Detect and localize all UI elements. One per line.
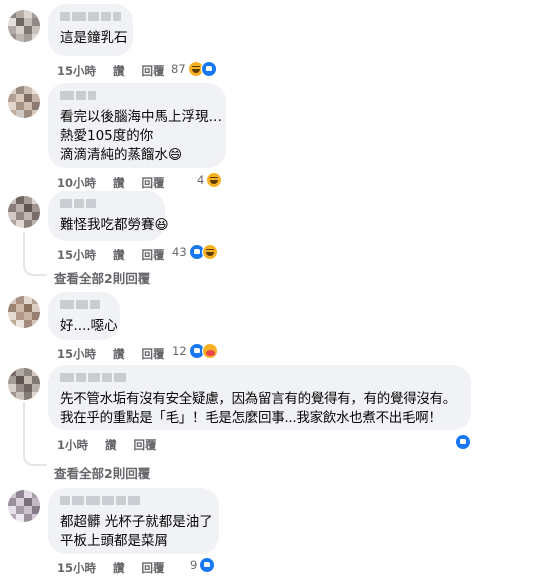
timestamp[interactable]: 15小時 (57, 247, 96, 263)
comment-text: 難怪我吃都勞賽😆 (60, 217, 169, 233)
avatar[interactable] (8, 196, 40, 228)
author-name[interactable] (60, 496, 207, 507)
like-button[interactable]: 讚 (113, 560, 125, 576)
comment-meta: 15小時 讚 回覆 (57, 247, 182, 263)
reaction-count: 9 (190, 558, 198, 572)
timestamp[interactable]: 15小時 (57, 346, 96, 362)
comment-text: 我在乎的重點是「毛」！毛是怎麼回事...我家飲水也煮不出毛啊！ (60, 410, 442, 426)
reply-button[interactable]: 回覆 (142, 63, 165, 79)
reaction-summary[interactable]: 4 (197, 172, 223, 188)
comment-text: 好....噁心 (60, 318, 118, 334)
comment-text: 熱愛105度的你 (60, 128, 154, 144)
comment-text: 看完以後腦海中馬上浮現… (60, 109, 222, 125)
view-replies-link[interactable]: 查看全部2則回覆 (54, 463, 150, 482)
comment-text: 平板上頭都是菜屑 (60, 533, 168, 549)
author-name[interactable] (60, 91, 214, 102)
reply-button[interactable]: 回覆 (134, 437, 157, 453)
comment-text: 這是鐘乳石 (60, 30, 128, 46)
avatar[interactable] (8, 86, 40, 118)
reply-button[interactable]: 回覆 (142, 346, 165, 362)
reaction-count: 12 (172, 344, 187, 358)
like-icon (199, 557, 216, 573)
comment-bubble: 這是鐘乳石 (48, 4, 133, 56)
comment-meta: 15小時 讚 回覆 (57, 63, 182, 79)
reaction-summary[interactable]: 87 (171, 61, 217, 77)
avatar[interactable] (8, 10, 40, 42)
reply-button[interactable]: 回覆 (142, 175, 165, 191)
timestamp[interactable]: 10小時 (57, 175, 96, 191)
thread-line (23, 232, 25, 262)
reaction-summary[interactable]: 12 (172, 343, 218, 359)
like-button[interactable]: 讚 (113, 247, 125, 263)
comment-bubble: 先不管水垢有沒有安全疑慮，因為留言有的覺得有，有的覺得沒有。 我在乎的重點是「毛… (48, 365, 471, 430)
comment-text: 先不管水垢有沒有安全疑慮，因為留言有的覺得有，有的覺得沒有。 (60, 391, 456, 407)
comment-bubble: 難怪我吃都勞賽😆 (48, 191, 169, 241)
comment-bubble: 都超髒 光杯子就都是油了 平板上頭都是菜屑 (48, 488, 219, 554)
like-button[interactable]: 讚 (105, 437, 117, 453)
view-replies-link[interactable]: 查看全部2則回覆 (54, 268, 150, 287)
like-button[interactable]: 讚 (113, 346, 125, 362)
author-name[interactable] (60, 199, 153, 210)
comment-meta: 15小時 讚 回覆 (57, 346, 182, 362)
comment-meta: 1小時 讚 回覆 (57, 437, 174, 453)
author-name[interactable] (60, 300, 108, 311)
thread-connector (23, 452, 47, 466)
reaction-summary[interactable]: 43 (172, 244, 218, 260)
avatar[interactable] (8, 296, 40, 328)
like-icon (200, 61, 217, 77)
haha-icon (206, 172, 223, 188)
haha-icon (201, 244, 218, 260)
timestamp[interactable]: 15小時 (57, 63, 96, 79)
reaction-count: 4 (197, 173, 205, 187)
reaction-summary[interactable]: 9 (190, 557, 216, 573)
like-button[interactable]: 讚 (113, 63, 125, 79)
reaction-summary[interactable] (455, 434, 471, 450)
avatar[interactable] (8, 368, 40, 400)
comment-meta: 15小時 讚 回覆 (57, 560, 182, 576)
comment-text: 滴滴清純的蒸餾水😄 (60, 147, 183, 163)
thread-line (23, 402, 25, 452)
timestamp[interactable]: 1小時 (57, 437, 88, 453)
like-icon (455, 434, 471, 450)
reply-button[interactable]: 回覆 (142, 560, 165, 576)
thread-connector (23, 262, 47, 276)
care-icon (201, 343, 218, 359)
avatar[interactable] (8, 490, 40, 522)
comment-meta: 10小時 讚 回覆 (57, 175, 182, 191)
comment-bubble: 好....噁心 (48, 292, 120, 340)
author-name[interactable] (60, 373, 459, 384)
timestamp[interactable]: 15小時 (57, 560, 96, 576)
reaction-count: 43 (172, 245, 187, 259)
comment-text: 都超髒 光杯子就都是油了 (60, 514, 213, 530)
reaction-count: 87 (171, 62, 186, 76)
like-button[interactable]: 讚 (113, 175, 125, 191)
author-name[interactable] (60, 12, 121, 23)
reply-button[interactable]: 回覆 (142, 247, 165, 263)
comment-bubble: 看完以後腦海中馬上浮現… 熱愛105度的你 滴滴清純的蒸餾水😄 (48, 83, 226, 168)
